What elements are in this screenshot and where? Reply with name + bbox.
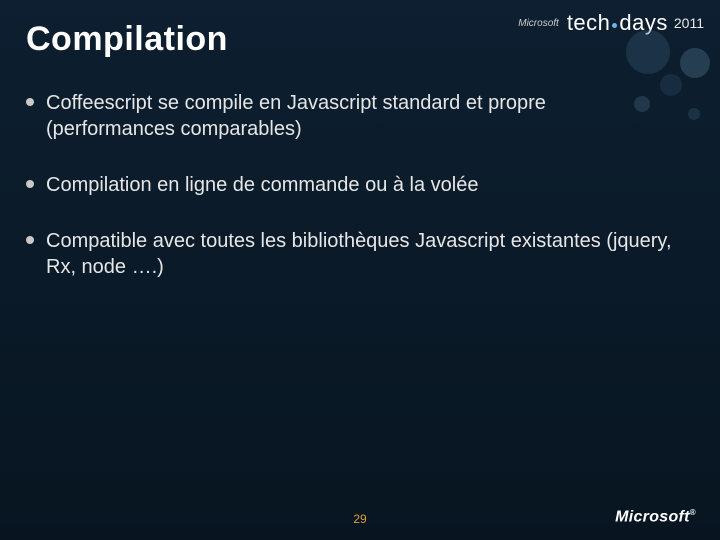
techdays-logo: Microsoft tech days 2011	[518, 10, 704, 36]
bullet-text: Compatible avec toutes les bibliothèques…	[46, 228, 680, 280]
bubble-icon	[680, 48, 710, 78]
bullet-icon	[26, 236, 34, 244]
bullet-text: Compilation en ligne de commande ou à la…	[46, 172, 479, 198]
bullet-text: Coffeescript se compile en Javascript st…	[46, 90, 680, 142]
footer: 29	[0, 512, 720, 526]
bullet-icon	[26, 98, 34, 106]
microsoft-wordmark: Microsoft	[615, 508, 690, 525]
bullet-list: Coffeescript se compile en Javascript st…	[26, 90, 680, 310]
dot-icon	[612, 23, 617, 28]
list-item: Compatible avec toutes les bibliothèques…	[26, 228, 680, 280]
techdays-word-left: tech	[567, 10, 611, 35]
list-item: Compilation en ligne de commande ou à la…	[26, 172, 680, 198]
bubble-icon	[688, 108, 700, 120]
microsoft-logo: Microsoft®	[615, 508, 696, 526]
bullet-icon	[26, 180, 34, 188]
techdays-vendor: Microsoft	[518, 18, 559, 29]
list-item: Coffeescript se compile en Javascript st…	[26, 90, 680, 142]
techdays-word-right: days	[619, 10, 667, 35]
page-number: 29	[353, 512, 366, 526]
techdays-year: 2011	[674, 15, 704, 31]
techdays-wordmark: tech days	[567, 10, 668, 36]
bubble-icon	[626, 30, 670, 74]
slide: Compilation Microsoft tech days 2011 Coff…	[0, 0, 720, 540]
registered-icon: ®	[690, 508, 696, 517]
slide-title: Compilation	[26, 20, 228, 59]
